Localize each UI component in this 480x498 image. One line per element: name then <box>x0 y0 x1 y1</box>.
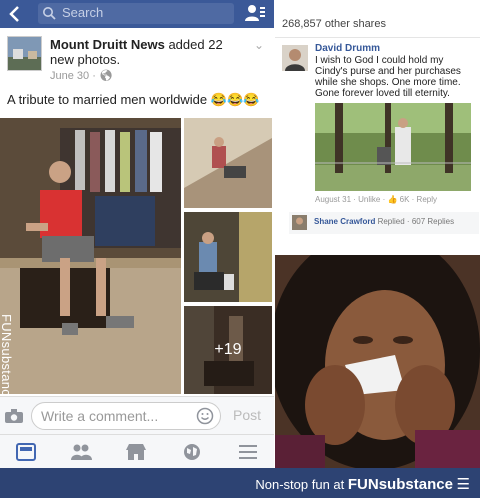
footer-bar: Non-stop fun at FUNsubstance ☰ <box>0 468 480 498</box>
smiley-icon[interactable] <box>196 407 214 425</box>
comment-input[interactable]: Write a comment... <box>31 402 221 430</box>
right-comment-screenshot: 268,857 other shares David Drumm I wish … <box>275 0 480 255</box>
friend-requests-icon[interactable] <box>244 3 266 23</box>
photo-grid: FUNsubstance +19 <box>0 118 274 394</box>
page-name-link[interactable]: Mount Druitt News <box>50 37 165 52</box>
post-timestamp[interactable]: June 30 · 🌎︎ <box>50 69 113 82</box>
photo-thumbnail-more[interactable]: +19 <box>184 306 272 394</box>
photo-main[interactable]: FUNsubstance <box>0 118 181 394</box>
footer-prefix: Non-stop fun at <box>255 477 345 492</box>
watermark-text: FUNsubstance <box>0 314 14 394</box>
post-title: Mount Druitt News added 22 new photos. <box>50 37 250 67</box>
comment-meta: August 31 · Unlike · 👍 6K · Reply <box>315 195 438 204</box>
back-arrow-icon[interactable] <box>4 3 26 25</box>
marketplace-icon[interactable] <box>126 443 146 461</box>
reply-author[interactable]: Shane Crawford <box>314 217 375 226</box>
more-photos-count: +19 <box>184 306 272 394</box>
chevron-down-icon[interactable]: ⌄ <box>254 38 264 52</box>
page-avatar[interactable] <box>7 36 42 71</box>
timestamp-text: June 30 <box>50 70 90 82</box>
post-header: Mount Druitt News added 22 new photos. J… <box>0 28 274 118</box>
left-screenshot: Search Mount Druitt News added 22 new ph… <box>0 0 274 468</box>
reply-row[interactable]: Shane Crawford Replied · 607 Replies <box>289 212 479 234</box>
reply-count[interactable]: Replied · 607 Replies <box>378 217 455 226</box>
avatar[interactable] <box>282 45 308 71</box>
comment-photo[interactable] <box>315 103 471 191</box>
crying-woman-image <box>275 255 480 468</box>
comment-author[interactable]: David Drumm <box>315 43 380 54</box>
bottom-nav <box>0 434 274 468</box>
comment-bar: Write a comment... Post <box>0 396 274 434</box>
news-feed-icon[interactable] <box>16 443 36 461</box>
notifications-globe-icon[interactable] <box>182 443 202 461</box>
photo-thumbnail[interactable] <box>184 118 272 208</box>
share-count[interactable]: 268,857 other shares <box>282 18 386 30</box>
top-bar: Search <box>0 0 274 28</box>
divider <box>275 37 480 38</box>
globe-icon: 🌎︎ <box>98 70 113 82</box>
menu-icon[interactable] <box>238 443 258 461</box>
reply-summary: Shane Crawford Replied · 607 Replies <box>314 217 454 226</box>
brand-logo-icon: ☰ <box>456 476 470 493</box>
post-text: A tribute to married men worldwide 😂😂😂 <box>7 92 260 107</box>
camera-icon[interactable] <box>5 409 23 423</box>
footer-text: Non-stop fun at FUNsubstance ☰ <box>255 475 470 493</box>
search-input[interactable]: Search <box>38 3 234 24</box>
post-button[interactable]: Post <box>233 407 261 423</box>
comment-text: I wish to God I could hold my Cindy's pu… <box>315 55 461 99</box>
avatar <box>292 215 307 230</box>
comment-placeholder: Write a comment... <box>41 408 159 424</box>
photo-thumbnail[interactable] <box>184 212 272 302</box>
footer-brand[interactable]: FUNsubstance <box>348 476 453 493</box>
search-placeholder: Search <box>62 5 104 20</box>
friends-icon[interactable] <box>70 443 92 461</box>
search-icon <box>42 6 56 20</box>
